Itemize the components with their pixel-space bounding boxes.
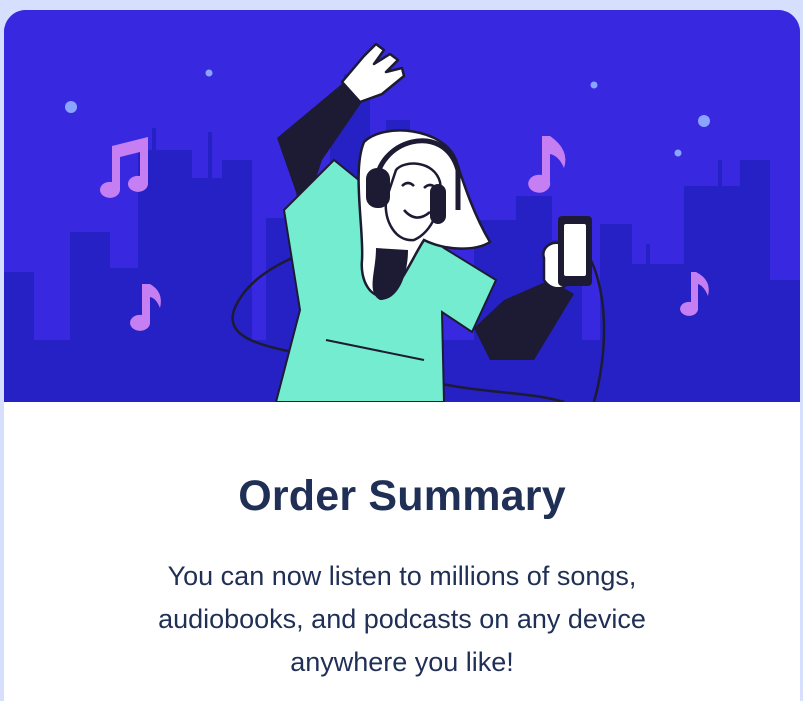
hero-illustration — [4, 10, 800, 402]
order-summary-title: Order Summary — [238, 472, 566, 520]
order-summary-card: Order Summary You can now listen to mill… — [4, 10, 800, 701]
order-summary-description: You can now listen to millions of songs,… — [158, 561, 646, 677]
order-summary-content: Order Summary You can now listen to mill… — [4, 402, 800, 684]
